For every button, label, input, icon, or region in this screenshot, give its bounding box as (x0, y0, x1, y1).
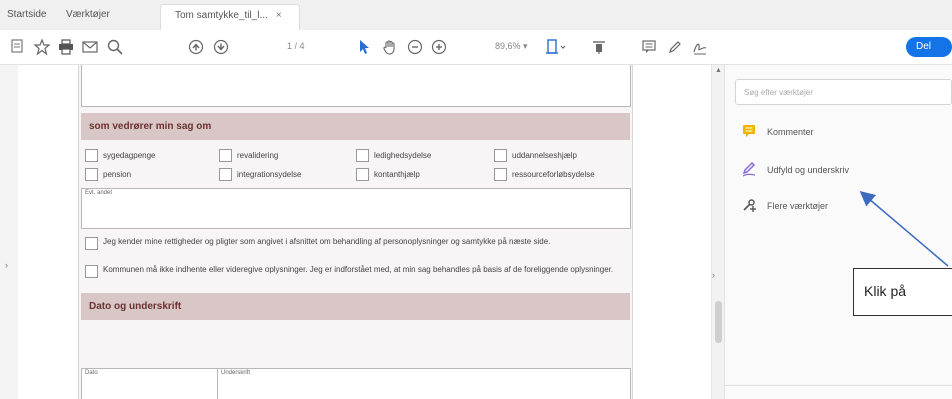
chevron-right-icon[interactable]: › (5, 260, 8, 270)
checkbox-ledighedsydelse[interactable] (356, 149, 369, 162)
signature-table: Dato Underskrift (81, 368, 631, 399)
checkbox-sygedagpenge[interactable] (85, 149, 98, 162)
consent-rights-text: Jeg kender mine rettigheder og pligter s… (103, 237, 551, 246)
tab-bar: Startside Værktøjer Tom samtykke_til_l..… (0, 0, 952, 31)
checkbox-label: integrationsydelse (237, 170, 302, 179)
text-field-top[interactable] (81, 65, 631, 107)
divider (725, 385, 952, 386)
comment-toolbar-icon[interactable] (641, 39, 657, 55)
checkbox-consent-no-share[interactable] (85, 265, 98, 278)
divider (217, 369, 218, 399)
tools-panel: Kommenter Udfyld og underskriv Flere vær… (724, 65, 952, 399)
document-view[interactable]: som vedrører min sag om sygedagpenge rev… (18, 65, 708, 399)
page-thumbnail-icon[interactable] (10, 39, 24, 53)
checkbox-uddannelseshjaelp[interactable] (494, 149, 507, 162)
section-header: som vedrører min sag om (81, 113, 630, 140)
tool-comment-label: Kommenter (767, 127, 814, 137)
sign-icon[interactable] (692, 39, 708, 55)
checkbox-revalidering[interactable] (219, 149, 232, 162)
consent-no-share-text: Kommunen må ikke indhente eller videregi… (103, 265, 614, 274)
scrollbar-thumb[interactable] (715, 301, 722, 343)
document-scrollbar[interactable]: ▲ (711, 65, 725, 399)
checkbox-ressourceforlobsydelse[interactable] (494, 168, 507, 181)
comment-icon (741, 123, 757, 141)
checkbox-label: ledighedsydelse (374, 151, 432, 160)
tab-document-label: Tom samtykke_til_l... (175, 10, 268, 21)
checkbox-label: revalidering (237, 151, 279, 160)
close-icon[interactable]: × (276, 10, 282, 21)
left-panel: › (0, 65, 19, 399)
tool-search-input[interactable] (736, 80, 946, 104)
scroll-mode-icon[interactable] (591, 39, 607, 55)
tool-search-field[interactable] (735, 79, 952, 105)
checkbox-pension[interactable] (85, 168, 98, 181)
fit-page-icon[interactable] (545, 39, 567, 55)
tab-tools[interactable]: Værktøjer (66, 9, 110, 20)
hand-tool-icon[interactable] (382, 39, 398, 55)
share-button[interactable]: Del (906, 37, 952, 57)
zoom-out-icon[interactable] (407, 39, 423, 55)
checkbox-integrationsydelse[interactable] (219, 168, 232, 181)
page-down-icon[interactable] (213, 39, 229, 55)
scroll-up-icon[interactable]: ▲ (715, 67, 722, 74)
checkbox-label: ressourceforløbsydelse (512, 170, 595, 179)
checkbox-label: sygedagpenge (103, 151, 156, 160)
other-text-field[interactable]: Evt. andet (81, 188, 631, 229)
chevron-right-icon[interactable]: › (712, 270, 715, 280)
tool-fill-sign-label: Udfyld og underskriv (767, 165, 850, 175)
checkbox-label: pension (103, 170, 132, 179)
date-field-label: Dato (85, 370, 98, 376)
star-icon[interactable] (34, 39, 50, 55)
page-indicator[interactable]: 1 / 4 (287, 41, 305, 51)
print-icon[interactable] (58, 39, 74, 55)
toolbar: 1 / 4 89,6% ▾ (0, 30, 952, 65)
signature-field-label: Underskrift (221, 370, 251, 376)
zoom-value: 89,6% (495, 41, 521, 51)
callout-text: Klik på (864, 283, 907, 299)
annotation-callout: Klik på (853, 268, 952, 316)
zoom-in-icon[interactable] (431, 39, 447, 55)
select-cursor-icon[interactable] (358, 39, 370, 55)
checkbox-label: uddannelseshjælp (512, 151, 577, 160)
mail-icon[interactable] (82, 39, 98, 55)
fill-sign-icon (741, 161, 757, 179)
zoom-level[interactable]: 89,6% ▾ (495, 41, 528, 52)
date-signature-header: Dato og underskrift (81, 293, 630, 320)
checkbox-kontanthjaelp[interactable] (356, 168, 369, 181)
tab-home[interactable]: Startside (7, 9, 46, 20)
checkbox-consent-rights[interactable] (85, 237, 98, 250)
checkbox-label: kontanthjælp (374, 170, 420, 179)
other-field-label: Evt. andet (85, 190, 113, 196)
share-button-label: Del (916, 41, 932, 52)
tool-more-label: Flere værktøjer (767, 201, 829, 211)
date-signature-label: Dato og underskrift (89, 301, 182, 312)
search-icon[interactable] (107, 39, 123, 55)
more-tools-icon (741, 197, 757, 215)
tab-document[interactable]: Tom samtykke_til_l... × (160, 4, 300, 30)
section-header-label: som vedrører min sag om (89, 121, 212, 132)
page-up-icon[interactable] (188, 39, 204, 55)
pen-icon[interactable] (667, 39, 683, 55)
document-page: som vedrører min sag om sygedagpenge rev… (78, 65, 633, 399)
